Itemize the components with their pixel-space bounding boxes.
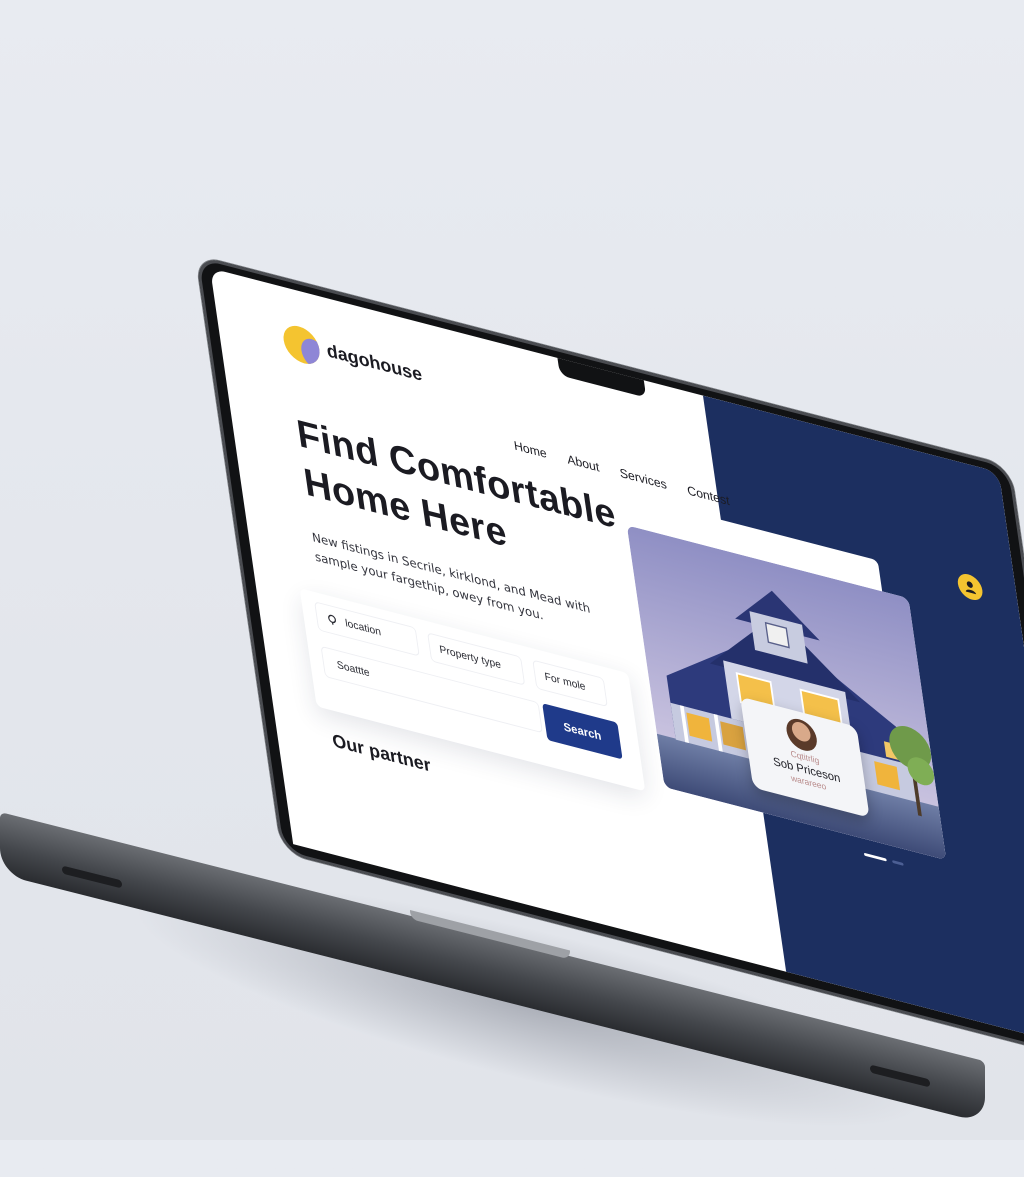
nav-services[interactable]: Services (619, 465, 668, 492)
partners-title: Our partner (331, 731, 432, 778)
sale-type-filter[interactable]: For mole (532, 660, 608, 708)
brand-name: dagohouse (325, 341, 423, 387)
sale-type-label: For mole (544, 671, 586, 693)
nav-about[interactable]: About (566, 452, 600, 475)
map-pin-icon (326, 613, 339, 628)
property-type-label: Property type (439, 644, 502, 672)
brand-logo[interactable]: dagohouse (281, 322, 425, 395)
search-button[interactable]: Search (542, 703, 622, 759)
nav-home[interactable]: Home (513, 438, 548, 461)
user-icon (962, 577, 979, 596)
search-input-value: Soattte (336, 659, 370, 679)
dagohouse-logo-icon (281, 322, 322, 368)
location-label: location (345, 617, 382, 638)
